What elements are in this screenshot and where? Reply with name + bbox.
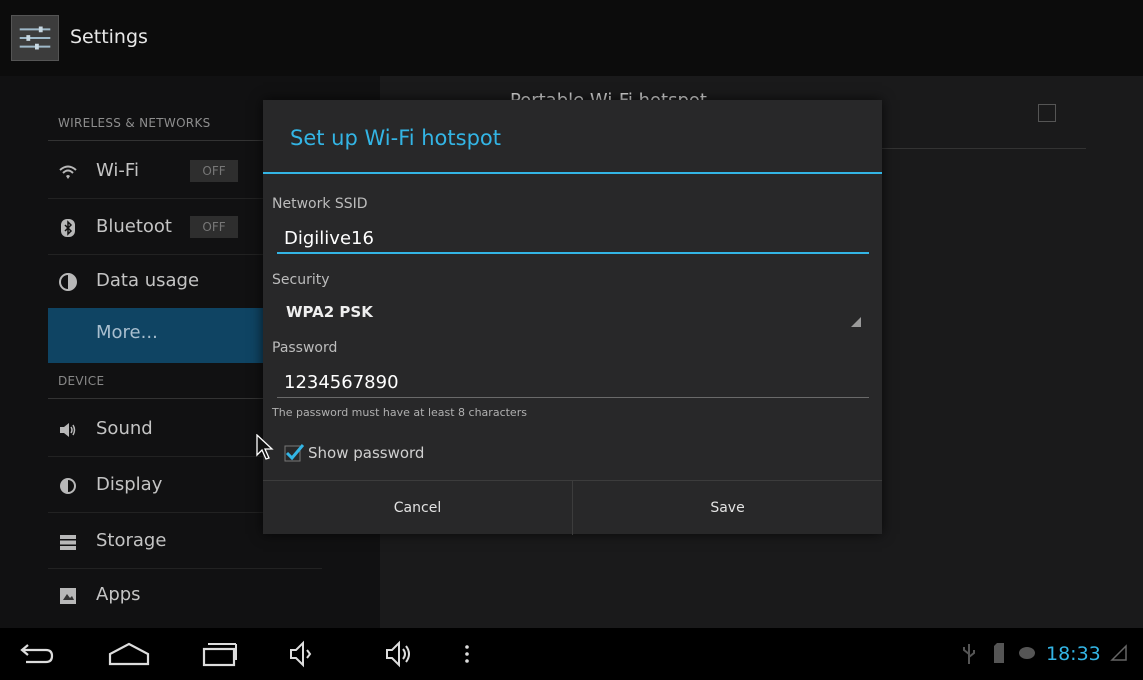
password-label: Password: [272, 340, 338, 356]
sidebar-item-label: More...: [96, 322, 158, 343]
wifi-hotspot-dialog: Set up Wi-Fi hotspot Network SSID Securi…: [263, 100, 882, 535]
security-value: WPA2 PSK: [286, 303, 373, 321]
cancel-button[interactable]: Cancel: [263, 481, 572, 535]
storage-icon: [58, 532, 78, 552]
bluetooth-toggle[interactable]: OFF: [190, 216, 238, 238]
apps-icon: [58, 586, 78, 606]
menu-overflow-icon[interactable]: [462, 638, 472, 670]
home-icon[interactable]: [106, 638, 152, 670]
sidebar-item-label: Bluetoot: [96, 216, 172, 237]
wifi-icon: [58, 162, 78, 182]
security-dropdown[interactable]: WPA2 PSK: [277, 300, 869, 334]
dropdown-arrow-icon: [851, 317, 861, 327]
wifi-toggle[interactable]: OFF: [190, 160, 238, 182]
mouse-cursor-icon: [256, 433, 274, 462]
divider: [48, 568, 322, 569]
dialog-title: Set up Wi-Fi hotspot: [290, 126, 501, 150]
volume-down-icon[interactable]: [288, 638, 314, 670]
sidebar-item-label: Apps: [96, 584, 141, 605]
security-label: Security: [272, 272, 330, 288]
back-icon[interactable]: [16, 638, 56, 670]
app-title: Settings: [70, 26, 148, 48]
sd-card-icon: [993, 642, 1005, 664]
show-password-checkbox[interactable]: [284, 443, 305, 463]
bluetooth-icon: [58, 218, 78, 238]
password-hint: The password must have at least 8 charac…: [272, 406, 527, 419]
save-button[interactable]: Save: [573, 481, 882, 535]
data-usage-icon: [58, 272, 78, 292]
status-clock: 18:33: [1046, 643, 1101, 665]
signal-icon: [1018, 644, 1036, 662]
ssid-input[interactable]: [277, 224, 869, 254]
settings-sliders-icon[interactable]: [11, 15, 59, 61]
usb-icon: [962, 642, 976, 666]
ssid-label: Network SSID: [272, 196, 368, 212]
sidebar-item-label: Storage: [96, 530, 167, 551]
speaker-icon: [58, 420, 78, 440]
brightness-icon: [58, 476, 78, 496]
hotspot-checkbox[interactable]: [1038, 104, 1056, 122]
sidebar-item-label: Display: [96, 474, 163, 495]
show-password-label: Show password: [308, 444, 425, 462]
signal-strength-icon: [1110, 642, 1128, 662]
dialog-button-bar: Cancel Save: [263, 480, 882, 535]
sidebar-item-apps[interactable]: Apps: [48, 570, 322, 622]
section-header-device: DEVICE: [58, 374, 105, 388]
password-input[interactable]: [277, 368, 869, 398]
action-bar: Settings: [0, 0, 1143, 76]
section-header-wireless: WIRELESS & NETWORKS: [58, 116, 211, 130]
sidebar-item-label: Data usage: [96, 270, 200, 291]
title-divider: [263, 172, 882, 174]
sidebar-item-label: Wi-Fi: [96, 160, 139, 181]
recent-apps-icon[interactable]: [198, 638, 240, 670]
sidebar-item-label: Sound: [96, 418, 153, 439]
system-navigation-bar: 18:33: [0, 628, 1143, 680]
volume-up-icon[interactable]: [384, 638, 416, 670]
